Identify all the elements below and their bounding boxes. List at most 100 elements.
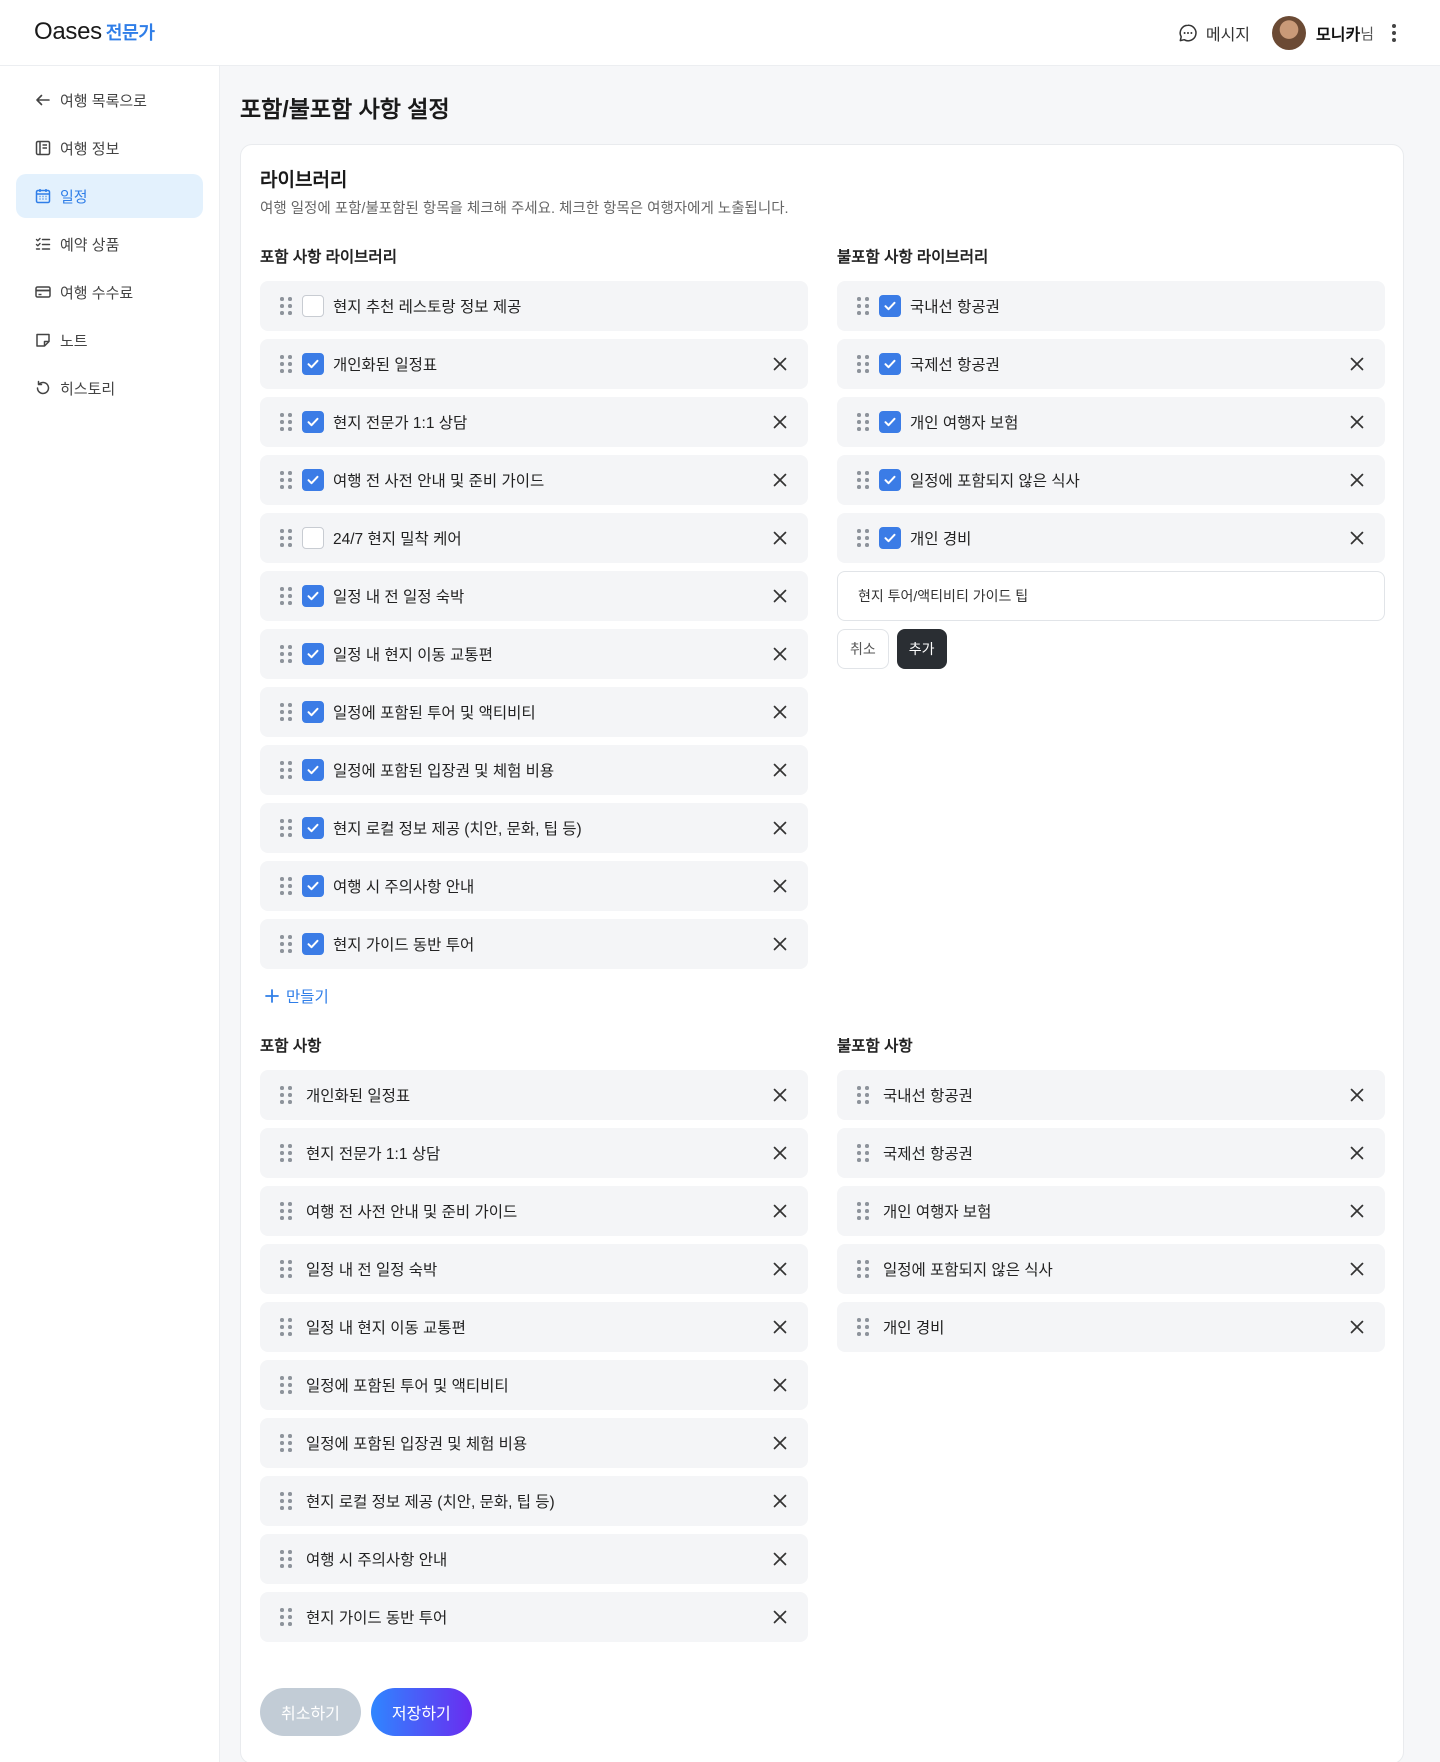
drag-handle-icon[interactable] <box>280 413 292 431</box>
drag-handle-icon[interactable] <box>857 529 869 547</box>
remove-icon[interactable] <box>766 1371 794 1399</box>
remove-icon[interactable] <box>766 466 794 494</box>
sidebar-item-history[interactable]: 히스토리 <box>16 366 203 410</box>
checkbox[interactable] <box>879 353 901 375</box>
drag-handle-icon[interactable] <box>280 297 292 315</box>
drag-handle-icon[interactable] <box>280 529 292 547</box>
drag-handle-icon[interactable] <box>280 1086 292 1104</box>
remove-icon[interactable] <box>766 756 794 784</box>
drag-handle-icon[interactable] <box>280 1318 292 1336</box>
drag-handle-icon[interactable] <box>857 1144 869 1162</box>
remove-icon[interactable] <box>766 814 794 842</box>
drag-handle-icon[interactable] <box>280 1550 292 1568</box>
checkbox[interactable] <box>302 585 324 607</box>
sidebar-item-notes[interactable]: 노트 <box>16 318 203 362</box>
remove-icon[interactable] <box>1343 1139 1371 1167</box>
remove-icon[interactable] <box>766 582 794 610</box>
avatar[interactable] <box>1272 16 1307 50</box>
drag-handle-icon[interactable] <box>280 819 292 837</box>
drag-handle-icon[interactable] <box>280 1260 292 1278</box>
item-label: 국제선 항공권 <box>883 1146 973 1163</box>
drag-handle-icon[interactable] <box>857 413 869 431</box>
remove-icon[interactable] <box>766 408 794 436</box>
drag-handle-icon[interactable] <box>280 761 292 779</box>
more-menu-icon[interactable] <box>1392 24 1396 42</box>
checkbox[interactable] <box>879 295 901 317</box>
drag-handle-icon[interactable] <box>280 1376 292 1394</box>
checkbox[interactable] <box>879 527 901 549</box>
checkbox[interactable] <box>302 295 324 317</box>
add-item-button[interactable]: 추가 <box>896 629 947 669</box>
drag-handle-icon[interactable] <box>280 1492 292 1510</box>
drag-handle-icon[interactable] <box>857 297 869 315</box>
remove-icon[interactable] <box>766 1197 794 1225</box>
remove-icon[interactable] <box>766 1545 794 1573</box>
drag-handle-icon[interactable] <box>280 935 292 953</box>
drag-handle-icon[interactable] <box>280 877 292 895</box>
checkbox[interactable] <box>302 643 324 665</box>
checkbox[interactable] <box>302 759 324 781</box>
drag-handle-icon[interactable] <box>280 471 292 489</box>
checkbox[interactable] <box>302 353 324 375</box>
remove-icon[interactable] <box>766 1487 794 1515</box>
remove-icon[interactable] <box>766 1081 794 1109</box>
cancel-button[interactable]: 취소하기 <box>260 1688 361 1736</box>
calendar-icon <box>35 189 51 204</box>
library-item: 24/7 현지 밀착 케어 <box>260 513 808 563</box>
checkbox[interactable] <box>879 469 901 491</box>
drag-handle-icon[interactable] <box>280 1434 292 1452</box>
remove-icon[interactable] <box>1343 1255 1371 1283</box>
remove-icon[interactable] <box>1343 466 1371 494</box>
remove-icon[interactable] <box>766 698 794 726</box>
drag-handle-icon[interactable] <box>280 1608 292 1626</box>
user-menu[interactable]: 모니카 님 <box>1272 16 1374 50</box>
remove-icon[interactable] <box>766 872 794 900</box>
drag-handle-icon[interactable] <box>280 645 292 663</box>
remove-icon[interactable] <box>766 1139 794 1167</box>
remove-icon[interactable] <box>1343 350 1371 378</box>
logo[interactable]: Oases 전문가 <box>34 18 155 46</box>
checkbox[interactable] <box>302 933 324 955</box>
remove-icon[interactable] <box>766 524 794 552</box>
drag-handle-icon[interactable] <box>857 1260 869 1278</box>
checkbox[interactable] <box>302 701 324 723</box>
drag-handle-icon[interactable] <box>280 355 292 373</box>
checkbox[interactable] <box>302 875 324 897</box>
remove-icon[interactable] <box>766 1313 794 1341</box>
drag-handle-icon[interactable] <box>857 471 869 489</box>
remove-icon[interactable] <box>1343 524 1371 552</box>
checkbox[interactable] <box>302 817 324 839</box>
remove-icon[interactable] <box>766 930 794 958</box>
message-button[interactable]: 메시지 <box>1178 21 1250 45</box>
cancel-add-button[interactable]: 취소 <box>837 629 889 669</box>
drag-handle-icon[interactable] <box>857 1202 869 1220</box>
new-item-input[interactable] <box>837 571 1385 621</box>
sidebar-item-trip-info[interactable]: 여행 정보 <box>16 126 203 170</box>
save-button[interactable]: 저장하기 <box>370 1688 472 1736</box>
checkbox[interactable] <box>302 411 324 433</box>
remove-icon[interactable] <box>766 1603 794 1631</box>
checkbox[interactable] <box>879 411 901 433</box>
drag-handle-icon[interactable] <box>280 703 292 721</box>
checkbox[interactable] <box>302 527 324 549</box>
drag-handle-icon[interactable] <box>857 355 869 373</box>
sidebar-item-fees[interactable]: 여행 수수료 <box>16 270 203 314</box>
drag-handle-icon[interactable] <box>857 1318 869 1336</box>
checkbox[interactable] <box>302 469 324 491</box>
drag-handle-icon[interactable] <box>857 1086 869 1104</box>
sidebar-item-schedule[interactable]: 일정 <box>16 174 203 218</box>
drag-handle-icon[interactable] <box>280 1144 292 1162</box>
remove-icon[interactable] <box>1343 408 1371 436</box>
remove-icon[interactable] <box>766 640 794 668</box>
remove-icon[interactable] <box>1343 1081 1371 1109</box>
remove-icon[interactable] <box>766 1429 794 1457</box>
remove-icon[interactable] <box>1343 1313 1371 1341</box>
drag-handle-icon[interactable] <box>280 1202 292 1220</box>
remove-icon[interactable] <box>766 1255 794 1283</box>
remove-icon[interactable] <box>766 350 794 378</box>
sidebar-item-bookings[interactable]: 예약 상품 <box>16 222 203 266</box>
remove-icon[interactable] <box>1343 1197 1371 1225</box>
drag-handle-icon[interactable] <box>280 587 292 605</box>
create-button[interactable]: 만들기 <box>264 985 808 1007</box>
sidebar-item-back[interactable]: 여행 목록으로 <box>16 78 203 122</box>
